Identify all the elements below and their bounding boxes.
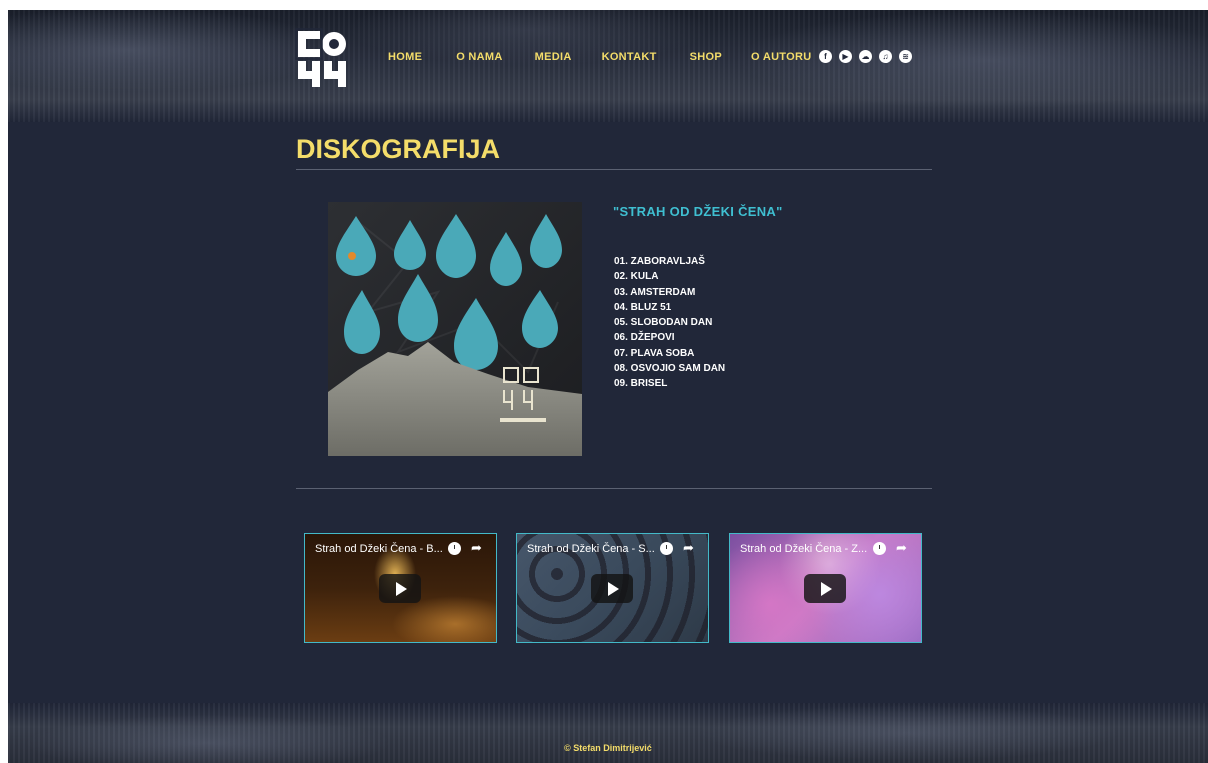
play-button[interactable]: [804, 574, 846, 603]
watch-later-icon[interactable]: [660, 542, 673, 555]
nav-item-media[interactable]: MEDIA: [535, 51, 572, 63]
video-embed-3[interactable]: Strah od Džeki Čena - Z... ➦: [729, 533, 922, 643]
video-title[interactable]: Strah od Džeki Čena - S...: [527, 543, 655, 555]
nav-item-o-nama[interactable]: O NAMA: [456, 51, 502, 63]
track-item: 06. DŽEPOVI: [614, 332, 675, 344]
header-background: [8, 10, 1208, 122]
album-title: "STRAH OD DŽEKI ČENA": [613, 204, 783, 219]
footer-credit: © Stefan Dimitrijević: [564, 743, 652, 753]
itunes-icon[interactable]: ♫: [879, 50, 892, 63]
footer-background: [8, 703, 1208, 763]
track-item: 09. BRISEL: [614, 378, 668, 390]
social-links: f ▶ ☁ ♫ ≋: [819, 50, 912, 63]
track-item: 01. ZABORAVLJAŠ: [614, 256, 705, 267]
play-button[interactable]: [591, 574, 633, 603]
share-icon[interactable]: ➦: [683, 540, 694, 556]
divider: [296, 488, 932, 489]
track-item: 08. OSVOJIO SAM DAN: [614, 363, 726, 375]
watch-later-icon[interactable]: [873, 542, 886, 555]
album-cover: [328, 202, 582, 456]
tracklist: 01. ZABORAVLJAŠ 02. KULA 03. AMSTERDAM 0…: [614, 254, 725, 392]
facebook-icon[interactable]: f: [819, 50, 832, 63]
spotify-icon[interactable]: ≋: [899, 50, 912, 63]
track-item: 02. KULA: [614, 271, 659, 283]
nav-item-shop[interactable]: SHOP: [690, 51, 722, 63]
soundcloud-icon[interactable]: ☁: [859, 50, 872, 63]
play-button[interactable]: [379, 574, 421, 603]
share-icon[interactable]: ➦: [896, 540, 907, 556]
track-item: 04. BLUZ 51: [614, 301, 672, 313]
video-title[interactable]: Strah od Džeki Čena - Z...: [740, 543, 867, 555]
video-title[interactable]: Strah od Džeki Čena - B...: [315, 543, 443, 555]
watch-later-icon[interactable]: [448, 542, 461, 555]
track-item: 07. PLAVA SOBA: [614, 347, 695, 359]
page-title: DISKOGRAFIJA: [296, 134, 501, 164]
track-item: 05. SLOBODAN DAN: [614, 317, 713, 329]
video-embed-2[interactable]: Strah od Džeki Čena - S... ➦: [516, 533, 709, 643]
nav-item-o-autoru[interactable]: O AUTORU: [751, 51, 811, 63]
nav-item-home[interactable]: HOME: [388, 51, 422, 63]
divider: [296, 169, 932, 170]
track-item: 03. AMSTERDAM: [614, 286, 696, 298]
band-logo[interactable]: [294, 27, 354, 89]
youtube-icon[interactable]: ▶: [839, 50, 852, 63]
video-embed-1[interactable]: Strah od Džeki Čena - B... ➦: [304, 533, 497, 643]
share-icon[interactable]: ➦: [471, 540, 482, 556]
page-frame: HOME O NAMA MEDIA KONTAKT SHOP O AUTORU …: [8, 10, 1208, 763]
main-nav: HOME O NAMA MEDIA KONTAKT SHOP O AUTORU: [388, 51, 811, 63]
nav-item-kontakt[interactable]: KONTAKT: [602, 51, 657, 63]
